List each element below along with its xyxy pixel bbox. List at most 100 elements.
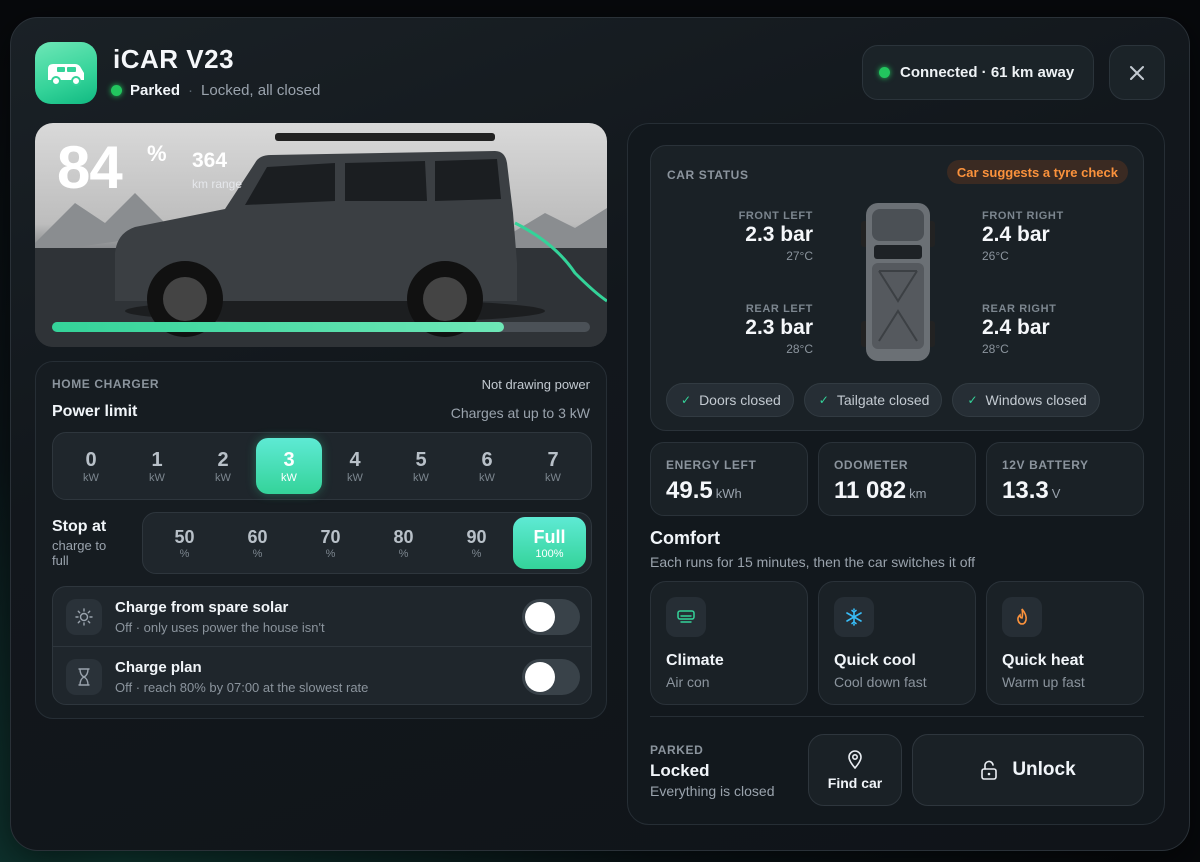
- chip-label: Tailgate closed: [836, 392, 930, 408]
- tyre-position: REAR RIGHT: [982, 303, 1057, 315]
- stop-at-option-70[interactable]: 70%: [294, 517, 367, 569]
- tyre-pressure: 2.4 bar: [982, 223, 1050, 246]
- parked-caption: PARKED: [650, 743, 704, 757]
- stat-number: 49.5: [666, 477, 713, 504]
- tyre-temp: 28°C: [786, 342, 813, 356]
- unlock-label: Unlock: [1012, 759, 1076, 780]
- car-status-card: CAR STATUS Car suggests a tyre check FRO…: [650, 145, 1144, 431]
- option-value: 70: [320, 526, 341, 547]
- option-value: 90: [466, 526, 487, 547]
- solar-toggle[interactable]: [522, 599, 580, 635]
- power-limit-option-2kw[interactable]: 2 kW: [190, 438, 256, 494]
- close-button[interactable]: [1109, 45, 1165, 100]
- unlock-icon: [981, 760, 998, 780]
- solar-row: Charge from spare solar Off · only uses …: [53, 587, 591, 646]
- power-limit-option-0kw[interactable]: 0 kW: [58, 438, 124, 494]
- snowflake-icon: [834, 597, 874, 637]
- stop-at-option-full[interactable]: Full 100%: [513, 517, 586, 569]
- power-limit-option-7kw[interactable]: 7 kW: [520, 438, 586, 494]
- location-pin-icon: [848, 750, 862, 769]
- connection-pill[interactable]: Connected · 61 km away: [862, 45, 1094, 100]
- vehicle-hero: 84 % 364 km range: [35, 123, 607, 347]
- check-icon: ✓: [818, 393, 829, 407]
- 12v-battery-stat: 12V BATTERY 13.3 V: [986, 442, 1144, 516]
- toggle-knob: [525, 662, 555, 692]
- battery-progress-bar: [52, 322, 590, 332]
- power-limit-option-5kw[interactable]: 5 kW: [388, 438, 454, 494]
- tyre-temp: 27°C: [786, 249, 813, 263]
- stat-unit: V: [1051, 486, 1061, 501]
- power-limit-option-4kw[interactable]: 4 kW: [322, 438, 388, 494]
- power-limit-selector: 0 kW 1 kW 2 kW 3 kW 4 kW 5 kW 6 kW 7 kW: [52, 432, 592, 500]
- stat-label: ENERGY LEFT: [666, 458, 757, 472]
- doors-chip: ✓ Doors closed: [666, 383, 794, 417]
- option-value: 5: [415, 448, 427, 471]
- quick-heat-button[interactable]: Quick heat Warm up fast: [986, 581, 1144, 705]
- check-icon: ✓: [967, 393, 978, 407]
- tyre-position: REAR LEFT: [745, 303, 813, 315]
- battery-progress-fill: [52, 322, 504, 332]
- stop-at-option-80[interactable]: 80%: [367, 517, 440, 569]
- tyre-rear-left: REAR LEFT 2.3 bar 28°C: [653, 303, 813, 356]
- chip-label: Doors closed: [699, 392, 781, 408]
- home-charger-caption: HOME CHARGER: [52, 377, 160, 391]
- charge-options: Charge from spare solar Off · only uses …: [52, 586, 592, 705]
- tyre-temp: 26°C: [982, 249, 1009, 263]
- comfort-card-title: Quick heat: [1002, 652, 1084, 669]
- charge-plan-toggle[interactable]: [522, 659, 580, 695]
- option-value: 50: [174, 526, 195, 547]
- quick-cool-button[interactable]: Quick cool Cool down fast: [818, 581, 976, 705]
- unlock-button[interactable]: Unlock: [912, 734, 1144, 806]
- option-value: 2: [217, 448, 229, 471]
- option-value: 7: [547, 448, 559, 471]
- stat-number: 13.3: [1002, 477, 1049, 504]
- option-value: 0: [85, 448, 97, 471]
- find-car-button[interactable]: Find car: [808, 734, 902, 806]
- flame-icon: [1002, 597, 1042, 637]
- power-limit-option-6kw[interactable]: 6 kW: [454, 438, 520, 494]
- stat-unit: km: [909, 486, 927, 501]
- power-limit-sub: Charges at up to 3 kW: [450, 405, 590, 421]
- power-limit-option-1kw[interactable]: 1 kW: [124, 438, 190, 494]
- option-unit: %: [325, 547, 336, 560]
- lock-status-title: Locked: [650, 761, 710, 780]
- comfort-card-sub: Air con: [666, 674, 710, 690]
- climate-button[interactable]: Climate Air con: [650, 581, 808, 705]
- stop-at-option-60[interactable]: 60%: [221, 517, 294, 569]
- tyre-position: FRONT RIGHT: [982, 210, 1064, 222]
- option-unit: kW: [479, 471, 495, 484]
- option-unit: %: [179, 547, 190, 560]
- stop-at-selector: 50% 60% 70% 80% 90% Full 100%: [142, 512, 592, 574]
- option-unit: kW: [347, 471, 363, 484]
- vehicle-status: Parked · Locked, all closed: [111, 82, 320, 99]
- comfort-card-title: Climate: [666, 652, 724, 669]
- power-limit-title: Power limit: [52, 403, 138, 420]
- stop-at-option-50[interactable]: 50%: [148, 517, 221, 569]
- solar-sub: Off · only uses power the house isn't: [115, 620, 325, 635]
- battery-unit: %: [147, 141, 167, 166]
- tailgate-chip: ✓ Tailgate closed: [803, 383, 943, 417]
- stat-value: 13.3 V: [1002, 477, 1060, 505]
- charge-plan-sub: Off · reach 80% by 07:00 at the slowest …: [115, 680, 369, 695]
- stat-value: 11 082 km: [834, 477, 926, 505]
- status-dot-icon: [111, 85, 122, 96]
- comfort-title: Comfort: [650, 528, 720, 548]
- option-unit: kW: [281, 471, 297, 484]
- power-limit-option-3kw[interactable]: 3 kW: [256, 438, 322, 494]
- tyre-check-badge[interactable]: Car suggests a tyre check: [946, 160, 1128, 184]
- option-value: 6: [481, 448, 493, 471]
- check-icon: ✓: [681, 393, 692, 407]
- home-charger-card: HOME CHARGER Not drawing power Power lim…: [35, 361, 607, 719]
- option-value: 3: [283, 448, 295, 471]
- odometer-stat: ODOMETER 11 082 km: [818, 442, 976, 516]
- stop-at-option-90[interactable]: 90%: [440, 517, 513, 569]
- connection-label: Connected · 61 km away: [900, 64, 1075, 81]
- option-unit: kW: [83, 471, 99, 484]
- solar-title: Charge from spare solar: [115, 599, 289, 616]
- range-label: km range: [192, 177, 243, 191]
- sun-icon: [66, 599, 102, 635]
- find-car-label: Find car: [827, 775, 883, 791]
- close-icon: [1130, 65, 1144, 80]
- stat-unit: kWh: [715, 486, 742, 501]
- stop-at-label: Stop at: [52, 518, 107, 535]
